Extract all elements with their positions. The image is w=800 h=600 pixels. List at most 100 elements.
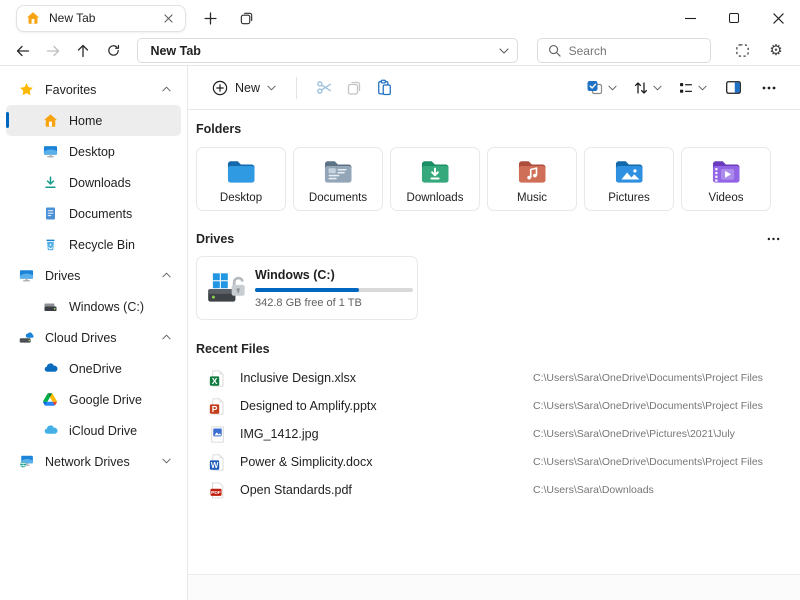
item-label: Recycle Bin — [69, 238, 135, 252]
videos-folder-icon — [708, 154, 744, 190]
address-bar[interactable] — [137, 38, 517, 63]
sidebar: Favorites Home Desktop Downloads — [0, 66, 188, 600]
multitask-select-button[interactable] — [730, 39, 754, 63]
tile-label: Music — [517, 192, 547, 204]
home-icon — [25, 10, 41, 26]
multiselect-button[interactable] — [581, 76, 622, 100]
svg-text:W: W — [211, 460, 219, 469]
item-label: iCloud Drive — [69, 424, 137, 438]
tab-close-button[interactable] — [159, 9, 177, 27]
arrow-left-icon — [15, 43, 31, 59]
item-label: Windows (C:) — [69, 300, 144, 314]
see-more-button[interactable] — [754, 73, 784, 103]
folder-tile-documents[interactable]: Documents — [293, 147, 383, 211]
sidebar-section-network-drives[interactable]: Network Drives — [6, 446, 181, 477]
folder-tile-desktop[interactable]: Desktop — [196, 147, 286, 211]
sidebar-item-downloads[interactable]: Downloads — [6, 167, 181, 198]
new-button-label: New — [235, 81, 260, 95]
sidebar-section-cloud-drives[interactable]: Cloud Drives — [6, 322, 181, 353]
chevron-up-icon[interactable] — [162, 334, 171, 340]
image-file-icon — [209, 426, 226, 443]
address-input[interactable] — [150, 44, 492, 58]
sidebar-item-desktop[interactable]: Desktop — [6, 136, 181, 167]
file-row[interactable]: PDF Open Standards.pdf C:\Users\Sara\Dow… — [196, 476, 780, 504]
tile-label: Pictures — [608, 192, 650, 204]
folder-tile-videos[interactable]: Videos — [681, 147, 771, 211]
drives-see-more-button[interactable] — [767, 237, 780, 241]
folders-section-title: Folders — [196, 122, 780, 136]
icloud-icon — [42, 423, 58, 439]
maximize-icon — [729, 13, 739, 23]
file-row[interactable]: IMG_1412.jpg C:\Users\Sara\OneDrive\Pict… — [196, 420, 780, 448]
file-name: Power & Simplicity.docx — [240, 455, 533, 469]
drive-name: Windows (C:) — [255, 268, 413, 282]
search-input[interactable] — [569, 44, 700, 58]
documents-folder-icon — [320, 154, 356, 190]
sidebar-item-recycle-bin[interactable]: Recycle Bin — [6, 229, 181, 260]
details-pane-icon — [725, 79, 742, 96]
item-label: Documents — [69, 207, 132, 221]
recycle-bin-icon — [42, 237, 58, 253]
scissors-icon — [316, 79, 333, 96]
copy-button[interactable] — [339, 73, 369, 103]
chevron-up-icon[interactable] — [162, 272, 171, 278]
maximize-button[interactable] — [712, 0, 756, 36]
up-button[interactable] — [72, 39, 95, 63]
drive-card-windows-c[interactable]: Windows (C:) 342.8 GB free of 1 TB — [196, 256, 418, 320]
folder-tile-downloads[interactable]: Downloads — [390, 147, 480, 211]
tab-title: New Tab — [49, 11, 151, 25]
minimize-button[interactable] — [668, 0, 712, 36]
section-label: Drives — [45, 269, 80, 283]
folder-tile-pictures[interactable]: Pictures — [584, 147, 674, 211]
view-button[interactable] — [673, 76, 712, 100]
back-button[interactable] — [12, 39, 35, 63]
tab-list-button[interactable] — [234, 6, 258, 30]
chevron-down-icon[interactable] — [499, 48, 509, 54]
arrow-up-icon — [75, 43, 91, 59]
search-box[interactable] — [537, 38, 711, 63]
drive-usage-fill — [255, 288, 359, 292]
forward-button[interactable] — [42, 39, 65, 63]
plus-icon — [204, 12, 217, 25]
svg-text:P: P — [212, 403, 218, 413]
bitlocker-drive-icon — [205, 267, 247, 309]
sidebar-item-home[interactable]: Home — [6, 105, 181, 136]
file-path: C:\Users\Sara\OneDrive\Pictures\2021\Jul… — [533, 428, 735, 440]
sort-button[interactable] — [628, 76, 667, 100]
paste-button[interactable] — [369, 73, 399, 103]
search-icon — [548, 44, 561, 57]
plus-circle-icon — [212, 80, 228, 96]
new-tab-button[interactable] — [198, 6, 222, 30]
cut-button[interactable] — [309, 73, 339, 103]
item-label: Desktop — [69, 145, 115, 159]
drive-usage-bar — [255, 288, 413, 292]
arrow-right-icon — [45, 43, 61, 59]
close-icon — [164, 14, 173, 23]
folder-tiles: Desktop Documents Downloads — [196, 147, 780, 211]
sidebar-item-onedrive[interactable]: OneDrive — [6, 353, 181, 384]
sidebar-section-favorites[interactable]: Favorites — [6, 74, 181, 105]
tab-new-tab[interactable]: New Tab — [16, 5, 186, 32]
refresh-button[interactable] — [102, 39, 125, 63]
chevron-up-icon[interactable] — [162, 86, 171, 92]
close-window-button[interactable] — [756, 0, 800, 36]
sidebar-item-windows-c[interactable]: Windows (C:) — [6, 291, 181, 322]
new-button[interactable]: New — [204, 75, 284, 101]
sidebar-item-google-drive[interactable]: Google Drive — [6, 384, 181, 415]
folder-tile-music[interactable]: Music — [487, 147, 577, 211]
chevron-down-icon[interactable] — [162, 458, 171, 464]
sidebar-section-drives[interactable]: Drives — [6, 260, 181, 291]
pdf-file-icon: PDF — [209, 482, 226, 499]
file-name: Open Standards.pdf — [240, 483, 533, 497]
section-label: Favorites — [45, 83, 96, 97]
sidebar-item-icloud-drive[interactable]: iCloud Drive — [6, 415, 181, 446]
star-icon — [18, 82, 34, 98]
file-row[interactable]: X Inclusive Design.xlsx C:\Users\Sara\On… — [196, 364, 780, 392]
sidebar-item-documents[interactable]: Documents — [6, 198, 181, 229]
main-panel: New — [188, 66, 800, 600]
item-label: Downloads — [69, 176, 131, 190]
details-pane-button[interactable] — [718, 73, 748, 103]
file-row[interactable]: W Power & Simplicity.docx C:\Users\Sara\… — [196, 448, 780, 476]
file-row[interactable]: P Designed to Amplify.pptx C:\Users\Sara… — [196, 392, 780, 420]
settings-button[interactable]: ⚙ — [764, 39, 788, 63]
